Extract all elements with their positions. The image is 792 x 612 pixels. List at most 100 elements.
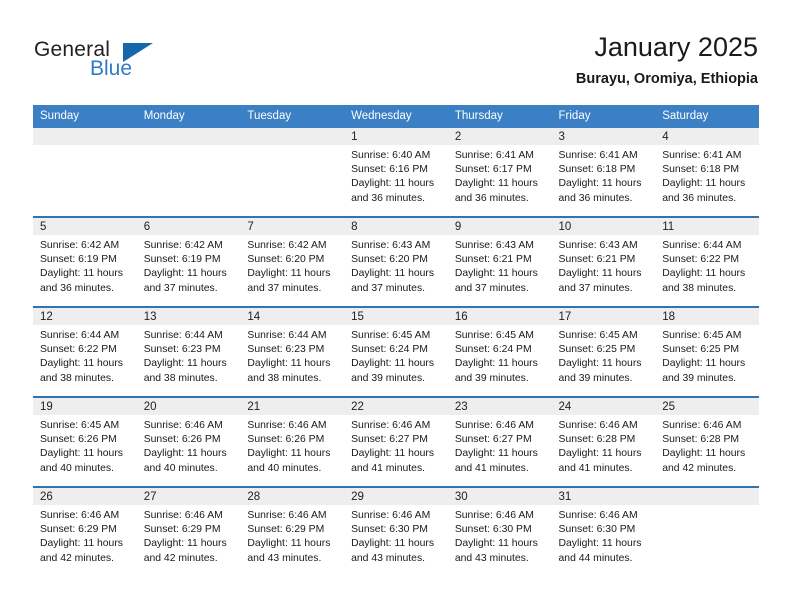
calendar-day-cell[interactable] (33, 128, 137, 217)
sunrise-time: Sunrise: 6:43 AM (454, 240, 534, 251)
daylight-duration: Daylight: 11 hours and 40 minutes. (143, 448, 227, 474)
sunrise-time: Sunrise: 6:43 AM (351, 240, 431, 251)
calendar-day-cell[interactable]: 7 Sunrise: 6:42 AM Sunset: 6:20 PM Daylight… (240, 216, 345, 307)
calendar-day-cell[interactable]: 18 Sunrise: 6:45 AM Sunset: 6:25 PM Dayligh… (655, 306, 759, 397)
day-details: Sunrise: 6:46 AM Sunset: 6:29 PM Daylight:… (240, 505, 344, 566)
calendar-day-cell[interactable]: 24 Sunrise: 6:46 AM Sunset: 6:28 PM Dayligh… (551, 396, 656, 487)
day-cell: 8 Sunrise: 6:43 AM Sunset: 6:20 PM Daylight… (344, 218, 448, 306)
calendar-day-cell[interactable]: 6 Sunrise: 6:42 AM Sunset: 6:19 PM Daylight… (136, 216, 241, 307)
daylight-duration: Daylight: 11 hours and 38 minutes. (247, 358, 331, 384)
sunrise-time: Sunrise: 6:45 AM (351, 330, 431, 341)
sunset-time: Sunset: 6:28 PM (662, 434, 740, 446)
day-number (655, 488, 759, 505)
empty-day-cell (655, 488, 759, 576)
daylight-duration: Daylight: 11 hours and 38 minutes. (143, 358, 227, 384)
calendar-day-cell[interactable]: 9 Sunrise: 6:43 AM Sunset: 6:21 PM Daylight… (447, 216, 552, 307)
day-cell: 26 Sunrise: 6:46 AM Sunset: 6:29 PM Dayligh… (33, 488, 137, 576)
sunrise-time: Sunrise: 6:41 AM (454, 150, 534, 161)
day-details: Sunrise: 6:42 AM Sunset: 6:19 PM Daylight:… (137, 235, 241, 296)
day-cell: 22 Sunrise: 6:46 AM Sunset: 6:27 PM Dayligh… (344, 398, 448, 486)
sunrise-time: Sunrise: 6:41 AM (662, 150, 742, 161)
sunrise-time: Sunrise: 6:44 AM (143, 330, 223, 341)
calendar-day-cell[interactable]: 31 Sunrise: 6:46 AM Sunset: 6:30 PM Dayligh… (551, 486, 656, 576)
day-number: 14 (240, 308, 345, 325)
calendar-day-cell[interactable]: 12 Sunrise: 6:44 AM Sunset: 6:22 PM Dayligh… (33, 306, 137, 397)
daylight-duration: Daylight: 11 hours and 43 minutes. (454, 538, 538, 564)
sunset-time: Sunset: 6:28 PM (558, 434, 636, 446)
sunrise-time: Sunrise: 6:44 AM (247, 330, 327, 341)
calendar-day-cell[interactable]: 19 Sunrise: 6:45 AM Sunset: 6:26 PM Dayligh… (33, 396, 137, 487)
sunrise-time: Sunrise: 6:46 AM (40, 510, 120, 521)
calendar-day-cell[interactable] (240, 128, 345, 217)
sunrise-time: Sunrise: 6:46 AM (143, 510, 223, 521)
sunrise-time: Sunrise: 6:42 AM (143, 240, 223, 251)
calendar-day-cell[interactable]: 26 Sunrise: 6:46 AM Sunset: 6:29 PM Dayligh… (33, 486, 137, 576)
calendar-day-cell[interactable] (655, 486, 759, 576)
day-details: Sunrise: 6:44 AM Sunset: 6:23 PM Daylight:… (240, 325, 344, 386)
calendar-day-cell[interactable]: 25 Sunrise: 6:46 AM Sunset: 6:28 PM Dayligh… (655, 396, 759, 487)
calendar-day-cell[interactable]: 30 Sunrise: 6:46 AM Sunset: 6:30 PM Dayligh… (447, 486, 552, 576)
calendar-day-cell[interactable]: 23 Sunrise: 6:46 AM Sunset: 6:27 PM Dayligh… (447, 396, 552, 487)
day-number: 19 (33, 398, 137, 415)
calendar-day-cell[interactable]: 13 Sunrise: 6:44 AM Sunset: 6:23 PM Dayligh… (136, 306, 241, 397)
calendar-day-cell[interactable]: 1 Sunrise: 6:40 AM Sunset: 6:16 PM Daylight… (344, 128, 448, 217)
calendar-body: 1 Sunrise: 6:40 AM Sunset: 6:16 PM Daylight… (33, 128, 759, 576)
calendar-week-row: 12 Sunrise: 6:44 AM Sunset: 6:22 PM Dayligh… (33, 306, 759, 397)
calendar-day-cell[interactable]: 4 Sunrise: 6:41 AM Sunset: 6:18 PM Daylight… (655, 128, 759, 217)
daylight-duration: Daylight: 11 hours and 41 minutes. (351, 448, 435, 474)
calendar-day-cell[interactable]: 16 Sunrise: 6:45 AM Sunset: 6:24 PM Dayligh… (447, 306, 552, 397)
sunrise-time: Sunrise: 6:46 AM (247, 510, 327, 521)
calendar-day-cell[interactable]: 10 Sunrise: 6:43 AM Sunset: 6:21 PM Dayligh… (551, 216, 656, 307)
calendar-day-cell[interactable]: 29 Sunrise: 6:46 AM Sunset: 6:30 PM Dayligh… (344, 486, 448, 576)
daylight-duration: Daylight: 11 hours and 37 minutes. (247, 268, 331, 294)
calendar-day-cell[interactable]: 14 Sunrise: 6:44 AM Sunset: 6:23 PM Dayligh… (240, 306, 345, 397)
sunrise-time: Sunrise: 6:44 AM (662, 240, 742, 251)
daylight-duration: Daylight: 11 hours and 37 minutes. (143, 268, 227, 294)
calendar-day-cell[interactable]: 27 Sunrise: 6:46 AM Sunset: 6:29 PM Dayligh… (136, 486, 241, 576)
day-number: 26 (33, 488, 137, 505)
calendar-day-cell[interactable]: 22 Sunrise: 6:46 AM Sunset: 6:27 PM Dayligh… (344, 396, 448, 487)
day-number: 11 (655, 218, 759, 235)
daylight-duration: Daylight: 11 hours and 39 minutes. (662, 358, 746, 384)
daylight-duration: Daylight: 11 hours and 39 minutes. (351, 358, 435, 384)
day-details: Sunrise: 6:46 AM Sunset: 6:30 PM Daylight:… (448, 505, 552, 566)
calendar-day-cell[interactable]: 5 Sunrise: 6:42 AM Sunset: 6:19 PM Daylight… (33, 216, 137, 307)
calendar-day-cell[interactable]: 17 Sunrise: 6:45 AM Sunset: 6:25 PM Dayligh… (551, 306, 656, 397)
day-details: Sunrise: 6:44 AM Sunset: 6:23 PM Daylight:… (137, 325, 241, 386)
sunrise-time: Sunrise: 6:46 AM (558, 420, 638, 431)
day-cell: 29 Sunrise: 6:46 AM Sunset: 6:30 PM Dayligh… (344, 488, 448, 576)
day-cell: 11 Sunrise: 6:44 AM Sunset: 6:22 PM Dayligh… (655, 218, 759, 306)
day-details: Sunrise: 6:46 AM Sunset: 6:27 PM Daylight:… (448, 415, 552, 476)
day-cell: 13 Sunrise: 6:44 AM Sunset: 6:23 PM Dayligh… (136, 308, 241, 396)
sunset-time: Sunset: 6:17 PM (454, 164, 532, 176)
sunset-time: Sunset: 6:29 PM (40, 524, 117, 536)
day-details: Sunrise: 6:45 AM Sunset: 6:24 PM Daylight:… (448, 325, 552, 386)
day-number: 21 (240, 398, 345, 415)
day-cell: 4 Sunrise: 6:41 AM Sunset: 6:18 PM Daylight… (655, 128, 759, 216)
calendar-day-cell[interactable]: 21 Sunrise: 6:46 AM Sunset: 6:26 PM Dayligh… (240, 396, 345, 487)
daylight-duration: Daylight: 11 hours and 41 minutes. (454, 448, 538, 474)
sunrise-sunset-calendar: Sunday Monday Tuesday Wednesday Thursday… (33, 105, 759, 576)
calendar-day-cell[interactable]: 8 Sunrise: 6:43 AM Sunset: 6:20 PM Daylight… (344, 216, 448, 307)
sunset-time: Sunset: 6:19 PM (40, 254, 117, 266)
daylight-duration: Daylight: 11 hours and 39 minutes. (558, 358, 642, 384)
sunset-time: Sunset: 6:29 PM (247, 524, 325, 536)
calendar-day-cell[interactable]: 3 Sunrise: 6:41 AM Sunset: 6:18 PM Daylight… (551, 128, 656, 217)
calendar-day-cell[interactable]: 15 Sunrise: 6:45 AM Sunset: 6:24 PM Dayligh… (344, 306, 448, 397)
calendar-day-cell[interactable]: 28 Sunrise: 6:46 AM Sunset: 6:29 PM Dayligh… (240, 486, 345, 576)
day-cell: 5 Sunrise: 6:42 AM Sunset: 6:19 PM Daylight… (33, 218, 137, 306)
day-details: Sunrise: 6:41 AM Sunset: 6:18 PM Daylight:… (552, 145, 656, 206)
page-title: January 2025 (594, 32, 758, 62)
sunrise-time: Sunrise: 6:46 AM (351, 420, 431, 431)
calendar-day-cell[interactable] (136, 128, 241, 217)
general-blue-logo[interactable]: General Blue (34, 38, 214, 86)
calendar-day-cell[interactable]: 2 Sunrise: 6:41 AM Sunset: 6:17 PM Daylight… (447, 128, 552, 217)
calendar-day-cell[interactable]: 11 Sunrise: 6:44 AM Sunset: 6:22 PM Dayligh… (655, 216, 759, 307)
empty-day-cell (136, 128, 241, 216)
day-details: Sunrise: 6:45 AM Sunset: 6:26 PM Daylight:… (33, 415, 137, 476)
weekday-header-saturday: Saturday (655, 105, 759, 128)
day-number: 8 (344, 218, 448, 235)
day-number (240, 128, 345, 145)
calendar-day-cell[interactable]: 20 Sunrise: 6:46 AM Sunset: 6:26 PM Dayligh… (136, 396, 241, 487)
day-cell: 25 Sunrise: 6:46 AM Sunset: 6:28 PM Dayligh… (655, 398, 759, 486)
